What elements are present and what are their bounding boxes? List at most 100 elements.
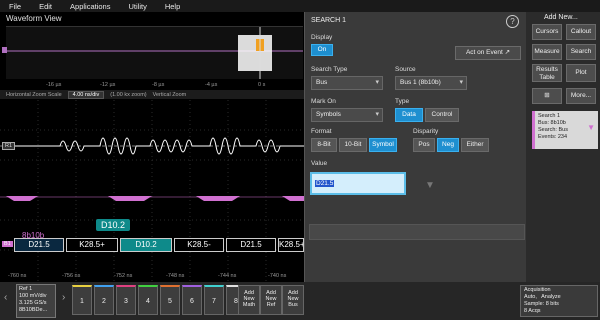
source-dropdown[interactable]: Bus 1 (8b10b) (395, 76, 467, 90)
search-marker-icon: ▼ (587, 123, 595, 132)
bus-tooltip: D10.2 (96, 219, 131, 231)
bus-symbol: D21.5 (226, 238, 276, 252)
scroll-right-icon[interactable]: › (62, 292, 65, 303)
vertical-zoom-label[interactable]: Vertical Zoom (153, 92, 187, 98)
add-new-title: Add New... (544, 14, 578, 21)
disparity-pos-button[interactable]: Pos (413, 138, 435, 152)
channel-7-button[interactable]: 7 (204, 285, 224, 315)
menu-utility[interactable]: Utility (119, 2, 155, 11)
search-button[interactable]: Search (566, 44, 596, 60)
search-config-panel: SEARCH 1 ? Display On Act on Event ↗ Sea… (304, 12, 527, 282)
marker-arrow-icon: ▼ (425, 180, 435, 191)
bus-symbol: K28.5+ (278, 238, 304, 252)
channel-3-button[interactable]: 3 (116, 285, 136, 315)
bus-symbol: D10.2 (120, 238, 172, 252)
search-type-label: Search Type (311, 66, 348, 73)
measure-button[interactable]: Measure (532, 44, 562, 60)
waveform-graticule (0, 100, 304, 282)
time-tick: -760 ns (8, 273, 27, 279)
acq-line: Auto, (524, 294, 537, 300)
ref1-line: Ref 1 (19, 286, 33, 292)
zoom-scale-field[interactable]: 4.00 ns/div (67, 90, 105, 99)
menu-help[interactable]: Help (156, 2, 189, 11)
search-type-dropdown[interactable]: Bus (311, 76, 383, 90)
bus-channel-badge[interactable]: B1 (2, 241, 13, 247)
value-input[interactable]: D21.5 (310, 172, 406, 195)
format-symbol-button[interactable]: Symbol (369, 138, 397, 152)
disparity-either-button[interactable]: Either (461, 138, 489, 152)
channel-2-button[interactable]: 2 (94, 285, 114, 315)
channel-1-button[interactable]: 1 (72, 285, 92, 315)
overview-tick: 0 s (258, 82, 266, 88)
overview-ticks: -16 µs -12 µs -8 µs -4 µs 0 s (0, 82, 304, 90)
channel-4-button[interactable]: 4 (138, 285, 158, 315)
ref1-line: 3.125 GS/s (19, 300, 47, 306)
add-math-button[interactable]: Add New Math (238, 285, 260, 315)
acquisition-badge[interactable]: Acquisition Auto, Analyze Sample: 8 bits… (520, 285, 598, 317)
format-8bit-button[interactable]: 8-Bit (311, 138, 337, 152)
disparity-label: Disparity (413, 128, 439, 135)
ref1-line: 8B10BDe... (19, 307, 48, 313)
search-badge[interactable]: Search 1 Bus: 8b10b Search: Bus Events: … (532, 111, 598, 149)
callout-button[interactable]: Callout (566, 24, 596, 40)
cursors-button[interactable]: Cursors (532, 24, 562, 40)
mark-on-dropdown[interactable]: Symbols (311, 108, 383, 122)
zoom-bar: Horizontal Zoom Scale 4.00 ns/div (1.00 … (0, 90, 304, 99)
overview-tick: -4 µs (205, 82, 218, 88)
source-label: Source (395, 66, 416, 73)
overview-trace (6, 27, 303, 79)
value-text: D21.5 (315, 180, 335, 187)
dimmed-bus-overlay (309, 224, 525, 240)
value-label: Value (311, 160, 328, 167)
menu-bar: File Edit Applications Utility Help (0, 0, 600, 12)
bus-decode-row: D21.5 K28.5+ D10.2 K28.5- D21.5 K28.5+ (14, 238, 304, 252)
zoom-overview[interactable] (2, 26, 303, 79)
add-bus-button[interactable]: Add New Bus (282, 285, 304, 315)
bus-symbol: K28.5- (174, 238, 224, 252)
bus-symbol: D21.5 (14, 238, 64, 252)
type-data-button[interactable]: Data (395, 108, 423, 122)
waveform-view-title: Waveform View (6, 14, 62, 23)
grid-icon[interactable]: ⊞ (532, 88, 562, 104)
acq-line: 8 Acqs (524, 308, 541, 314)
mark-on-label: Mark On (311, 98, 336, 105)
ref1-line: 100 mV/div (19, 293, 47, 299)
bus-symbol: K28.5+ (66, 238, 118, 252)
help-icon[interactable]: ? (506, 15, 519, 28)
acq-line: Analyze (541, 294, 561, 300)
time-tick: -748 ns (166, 273, 185, 279)
display-toggle[interactable]: On (311, 44, 333, 56)
acq-line: Acquisition (524, 287, 551, 293)
acq-line: Sample: 8 bits (524, 301, 559, 307)
channel-5-button[interactable]: 5 (160, 285, 180, 315)
zoom-scale-label: Horizontal Zoom Scale (6, 91, 62, 98)
menu-file[interactable]: File (0, 2, 30, 11)
act-on-event-button[interactable]: Act on Event ↗ (455, 46, 521, 60)
menu-applications[interactable]: Applications (61, 2, 119, 11)
time-tick: -756 ns (62, 273, 81, 279)
more-button[interactable]: More... (566, 88, 596, 104)
search-badge-line: Search 1 (538, 113, 561, 119)
waveform-view: Waveform View -16 µs -12 µs -8 µs -4 µs … (0, 12, 304, 282)
plot-area[interactable]: R1 8b10b D10.2 B1 D21.5 K28.5+ D10.2 K28… (0, 100, 304, 282)
overview-tick: -8 µs (152, 82, 165, 88)
results-table-button[interactable]: Results Table (532, 64, 562, 82)
menu-edit[interactable]: Edit (30, 2, 61, 11)
zoom-ratio: (1.00 kx zoom) (110, 91, 147, 98)
time-tick: -744 ns (218, 273, 237, 279)
channel-badge[interactable]: R1 (2, 142, 16, 150)
time-tick: -752 ns (114, 273, 133, 279)
type-control-button[interactable]: Control (425, 108, 459, 122)
overview-tick: -16 µs (46, 82, 62, 88)
channel-6-button[interactable]: 6 (182, 285, 202, 315)
ref1-badge[interactable]: Ref 1 100 mV/div 3.125 GS/s 8B10BDe... (16, 284, 56, 318)
act-on-event-label: Act on Event (465, 49, 503, 56)
scroll-left-icon[interactable]: ‹ (4, 292, 7, 303)
external-link-icon: ↗ (504, 49, 511, 56)
format-10bit-button[interactable]: 10-Bit (339, 138, 367, 152)
panel-title: SEARCH 1 (311, 17, 347, 24)
plot-button[interactable]: Plot (566, 64, 596, 82)
disparity-neg-button[interactable]: Neg (437, 138, 459, 152)
add-ref-button[interactable]: Add New Ref (260, 285, 282, 315)
format-label: Format (311, 128, 332, 135)
